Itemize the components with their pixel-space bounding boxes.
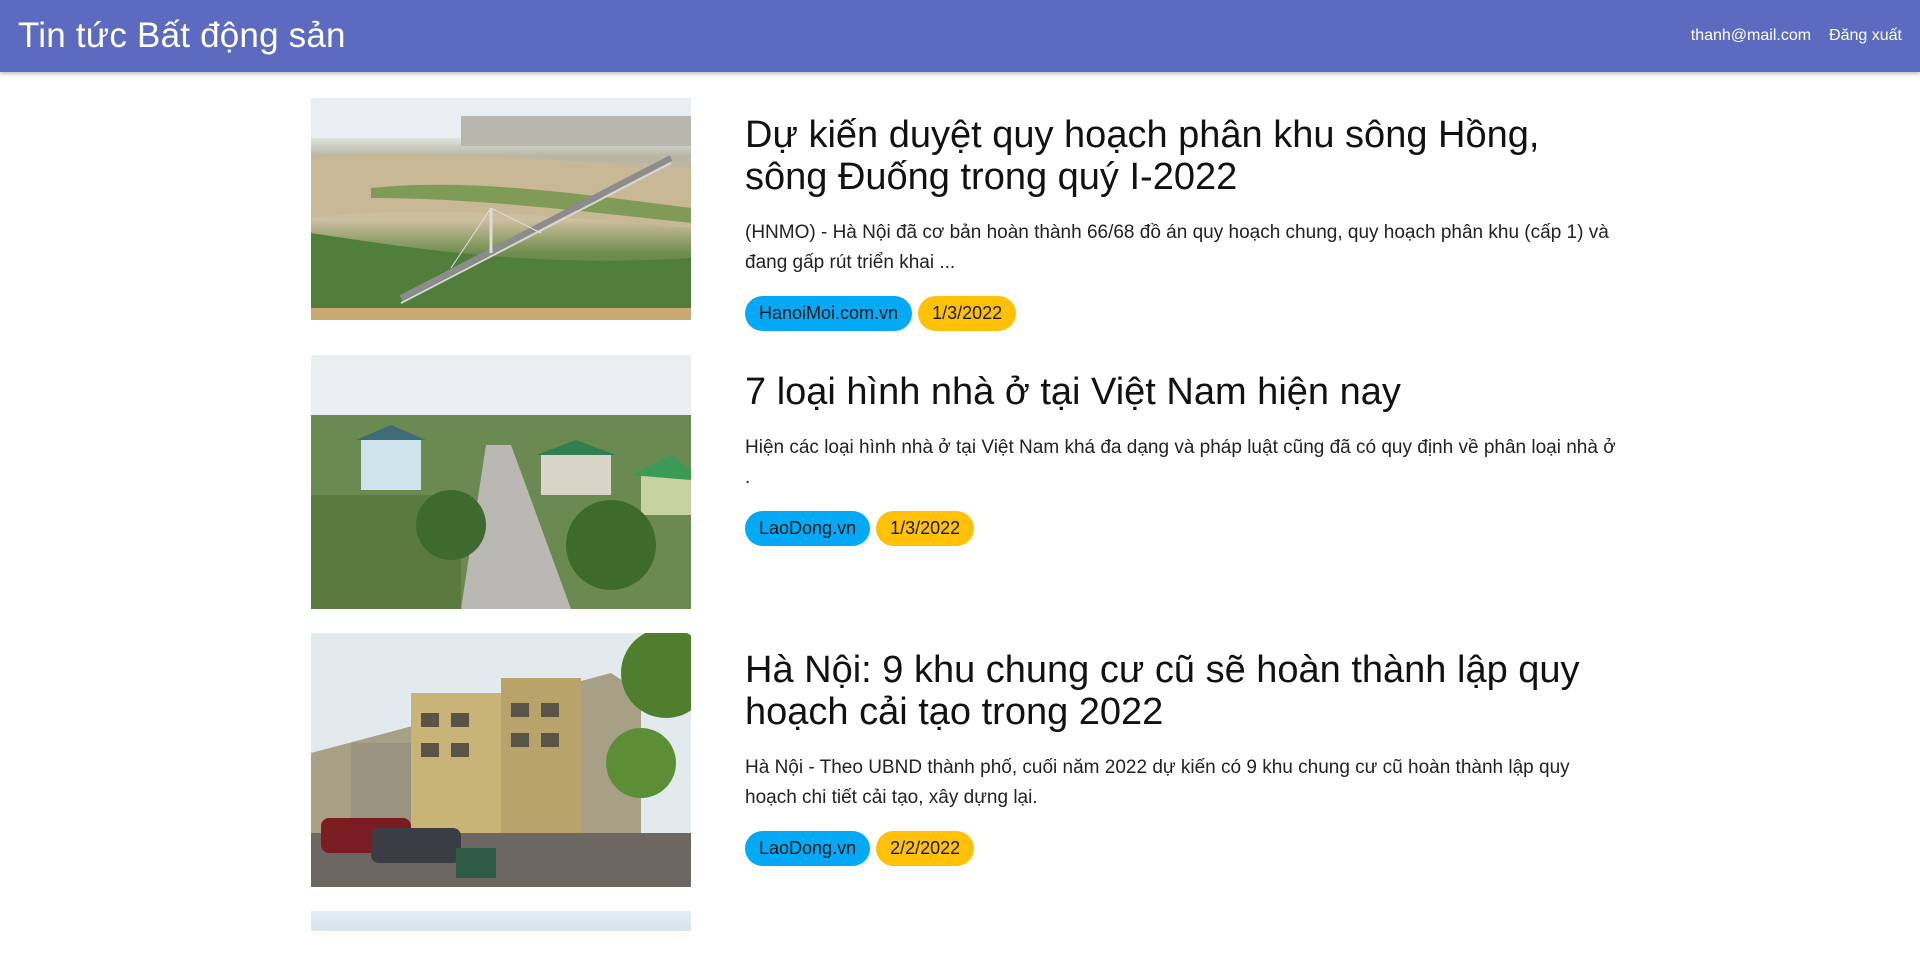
article-description: Hiện các loại hình nhà ở tại Việt Nam kh… [745,437,1616,488]
article-card[interactable]: Hà Nội: 9 khu chung cư cũ sẽ hoàn thành … [311,633,1631,887]
article-card[interactable]: 7 loại hình nhà ở tại Việt Nam hiện nay … [311,355,1631,609]
article-thumbnail[interactable] [311,911,691,931]
app-title: Tin tức Bất động sản [18,16,346,55]
article-card[interactable] [311,911,1631,931]
article-content: 7 loại hình nhà ở tại Việt Nam hiện nay … [745,355,1625,546]
article-content: Hà Nội: 9 khu chung cư cũ sẽ hoàn thành … [745,633,1625,866]
date-badge: 1/3/2022 [918,296,1017,331]
article-content: Dự kiến duyệt quy hoạch phân khu sông Hồ… [745,98,1625,331]
source-badge[interactable]: LaoDong.vn [745,831,871,866]
source-badge[interactable]: LaoDong.vn [745,511,871,546]
article-list: Dự kiến duyệt quy hoạch phân khu sông Hồ… [311,98,1631,955]
article-thumbnail[interactable] [311,98,691,320]
article-title[interactable]: Dự kiến duyệt quy hoạch phân khu sông Hồ… [745,114,1625,198]
article-description: Hà Nội - Theo UBND thành phố, cuối năm 2… [745,757,1570,808]
article-tags: LaoDong.vn 2/2/2022 [745,831,1625,866]
app-header: Tin tức Bất động sản thanh@mail.com Đăng… [0,0,1920,72]
user-email: thanh@mail.com [1690,27,1812,44]
river-bridge-image [311,98,691,320]
article-tags: LaoDong.vn 1/3/2022 [745,511,1625,546]
article-description: (HNMO) - Hà Nội đã cơ bản hoàn thành 66/… [745,222,1609,273]
article-thumbnail[interactable] [311,633,691,887]
article-tags: HanoiMoi.com.vn 1/3/2022 [745,296,1625,331]
source-badge[interactable]: HanoiMoi.com.vn [745,296,913,331]
user-menu: thanh@mail.com Đăng xuất [1691,27,1902,45]
article-title[interactable]: 7 loại hình nhà ở tại Việt Nam hiện nay [745,371,1625,413]
logout-button[interactable]: Đăng xuất [1829,27,1902,45]
date-badge: 2/2/2022 [876,831,975,866]
article-title[interactable]: Hà Nội: 9 khu chung cư cũ sẽ hoàn thành … [745,649,1625,733]
date-badge: 1/3/2022 [876,511,975,546]
article-card[interactable]: Dự kiến duyệt quy hoạch phân khu sông Hồ… [311,98,1631,331]
apartment-block-image [311,633,691,887]
article-thumbnail[interactable] [311,355,691,609]
village-road-image [311,355,691,609]
